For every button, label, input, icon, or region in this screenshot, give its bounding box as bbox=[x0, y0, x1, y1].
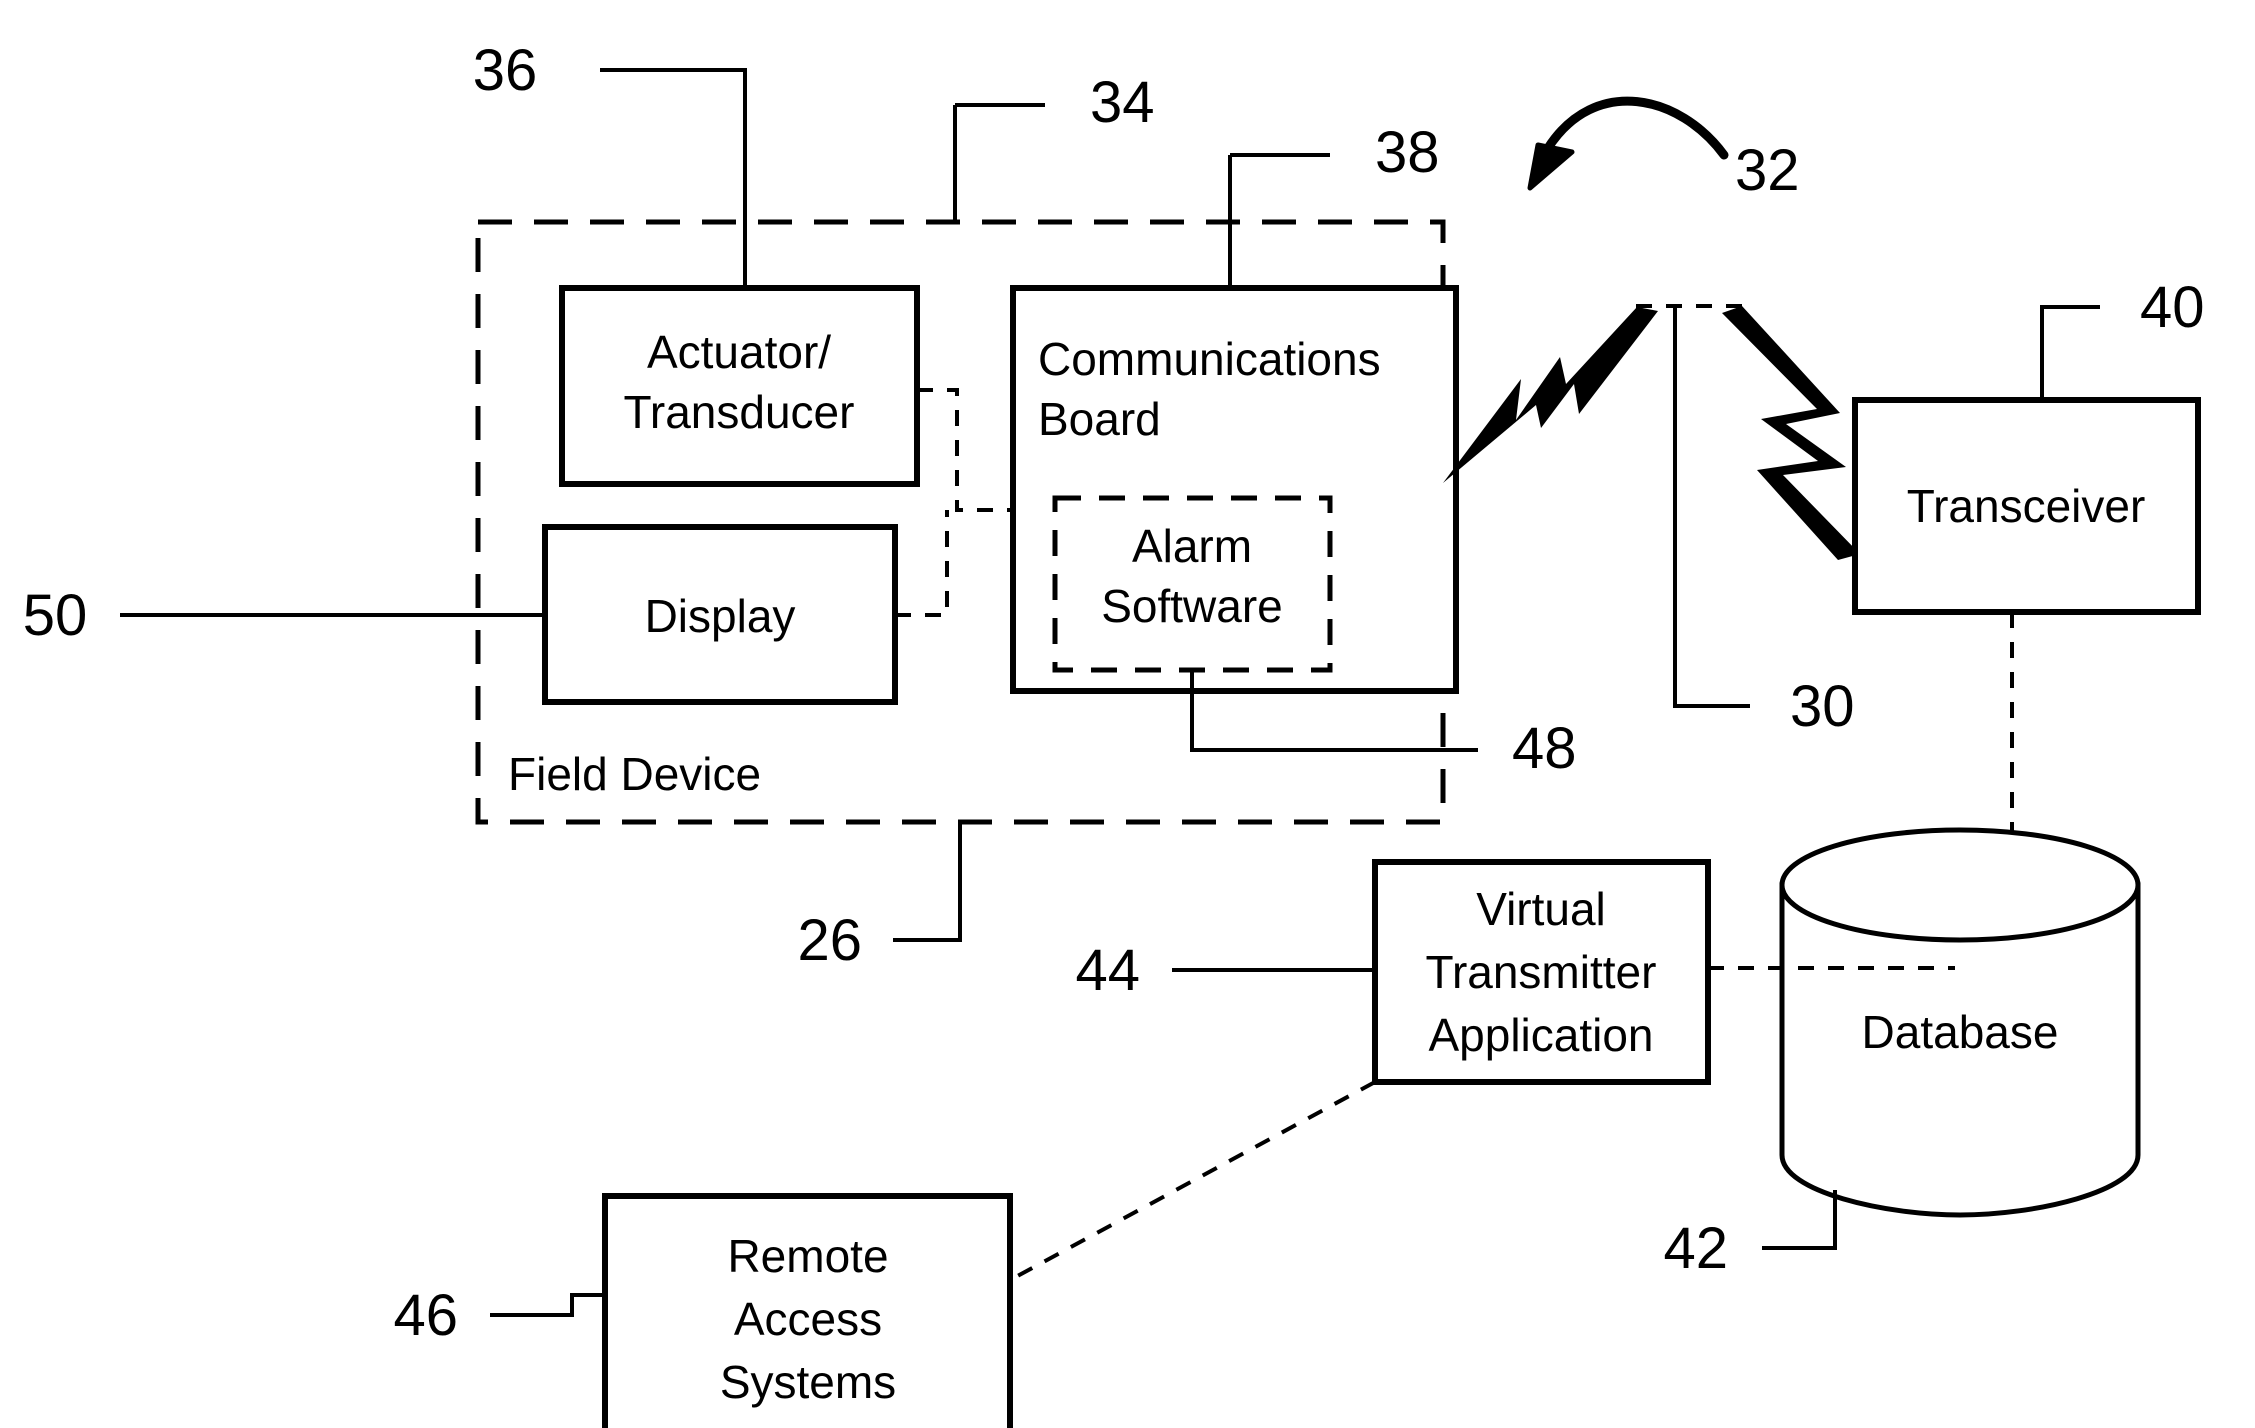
dashed-connector-display-to-comms bbox=[895, 510, 949, 617]
curve-arrow-32 bbox=[1543, 96, 1729, 160]
ref-num-32: 32 bbox=[1735, 138, 1800, 203]
leader-line-30 bbox=[1673, 306, 1750, 708]
box-alarm-software-line1: Alarm bbox=[1132, 520, 1252, 572]
box-vta-line3: Application bbox=[1428, 1009, 1653, 1061]
leader-line-42 bbox=[1762, 1190, 1837, 1250]
leader-line-40 bbox=[2040, 305, 2100, 400]
dashed-connector-vta-to-remote-access bbox=[1011, 1080, 1376, 1281]
dashed-connector-actuator-to-comms bbox=[917, 388, 1013, 512]
wireless-bolt-right-icon bbox=[1722, 306, 1860, 560]
patent-block-diagram: 36 34 38 32 Actuator/ Transducer Display… bbox=[23, 38, 2205, 1428]
box-communications-board-line2: Board bbox=[1038, 393, 1161, 445]
ref-num-46: 46 bbox=[393, 1283, 458, 1348]
leader-line-26 bbox=[893, 822, 962, 942]
ref-num-40: 40 bbox=[2140, 275, 2205, 340]
box-vta-line2: Transmitter bbox=[1426, 946, 1657, 998]
ref-num-44: 44 bbox=[1075, 938, 1140, 1003]
box-communications-board-line1: Communications bbox=[1038, 333, 1381, 385]
field-device-label: Field Device bbox=[508, 748, 761, 800]
leader-line-46 bbox=[490, 1293, 605, 1317]
leader-line-36 bbox=[600, 68, 747, 288]
ref-num-26: 26 bbox=[797, 908, 862, 973]
box-actuator-transducer-line2: Transducer bbox=[624, 386, 855, 438]
box-ras-line2: Access bbox=[734, 1293, 882, 1345]
ref-num-48: 48 bbox=[1512, 716, 1577, 781]
ref-num-34: 34 bbox=[1090, 70, 1155, 135]
box-ras-line3: Systems bbox=[720, 1356, 896, 1408]
box-transceiver-label: Transceiver bbox=[1907, 480, 2146, 532]
db-cylinder-top bbox=[1779, 827, 2141, 943]
figure-canvas: 36 34 38 32 Actuator/ Transducer Display… bbox=[0, 0, 2255, 1428]
box-vta-line1: Virtual bbox=[1476, 883, 1606, 935]
ref-num-38: 38 bbox=[1375, 120, 1440, 185]
curve-arrow-32-head bbox=[1527, 142, 1575, 191]
ref-num-36: 36 bbox=[473, 38, 538, 103]
leader-line-34 bbox=[953, 103, 1045, 222]
box-actuator-transducer-line1: Actuator/ bbox=[647, 326, 831, 378]
box-ras-line1: Remote bbox=[727, 1230, 888, 1282]
ref-num-50: 50 bbox=[23, 583, 88, 648]
box-display-label: Display bbox=[645, 590, 796, 642]
ref-num-42: 42 bbox=[1663, 1216, 1728, 1281]
box-database-label: Database bbox=[1862, 1006, 2059, 1058]
wireless-bolt-left-icon bbox=[1443, 307, 1658, 483]
box-alarm-software-line2: Software bbox=[1101, 580, 1283, 632]
ref-num-30: 30 bbox=[1790, 674, 1855, 739]
